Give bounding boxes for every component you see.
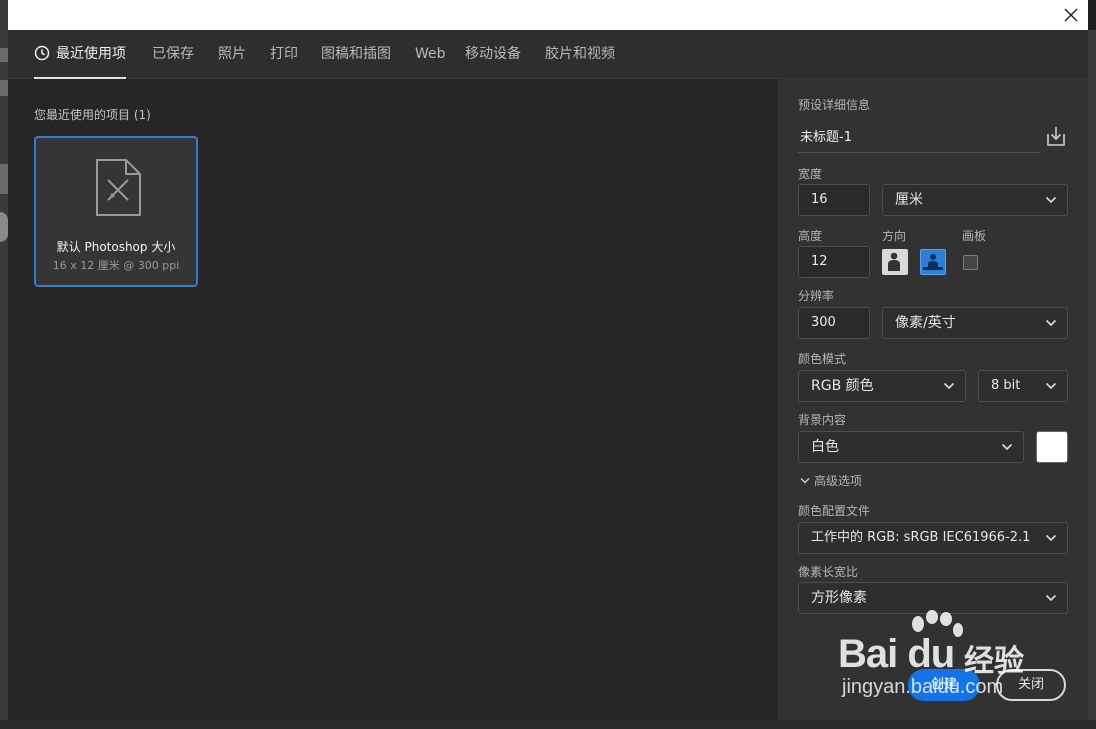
- save-preset-icon[interactable]: [1044, 124, 1068, 148]
- tab-film-video[interactable]: 胶片和视频: [545, 30, 615, 78]
- chevron-down-icon: [1045, 319, 1057, 327]
- recent-items-heading: 您最近使用的项目 (1): [34, 108, 151, 122]
- tab-print[interactable]: 打印: [270, 30, 298, 78]
- pixel-aspect-label: 像素长宽比: [798, 565, 859, 579]
- background-contents-label: 背景内容: [798, 413, 847, 427]
- tab-label: 打印: [270, 46, 298, 62]
- document-pencil-icon: [96, 159, 141, 216]
- bit-depth-value: 8 bit: [991, 378, 1021, 393]
- width-unit-value: 厘米: [895, 192, 923, 208]
- color-profile-label: 颜色配置文件: [798, 504, 871, 518]
- resolution-input[interactable]: 300: [798, 307, 870, 339]
- bit-depth-select[interactable]: 8 bit: [978, 370, 1068, 402]
- tab-label: 移动设备: [465, 46, 521, 62]
- chevron-down-icon: [800, 477, 810, 484]
- document-name-input[interactable]: 未标题-1: [798, 123, 1040, 153]
- preset-details-panel: 预设详细信息 未标题-1 宽度 16 厘米 高度 12 方向 画板 分辨率 30…: [778, 79, 1088, 720]
- chevron-down-icon: [1045, 196, 1057, 204]
- background-app-edge-right: [1088, 30, 1096, 729]
- orientation-label: 方向: [882, 229, 907, 243]
- tab-art-illustration[interactable]: 图稿和插图: [321, 30, 391, 78]
- width-unit-select[interactable]: 厘米: [882, 184, 1068, 216]
- chevron-down-icon: [943, 382, 955, 390]
- tab-label: 图稿和插图: [321, 46, 391, 62]
- color-mode-label: 颜色模式: [798, 352, 847, 366]
- pixel-aspect-value: 方形像素: [811, 590, 867, 606]
- tab-label: Web: [415, 46, 446, 62]
- color-mode-value: RGB 颜色: [811, 378, 874, 394]
- chevron-down-icon: [1045, 534, 1057, 542]
- landscape-person-icon: [923, 254, 943, 270]
- portrait-orientation-button[interactable]: [882, 249, 908, 275]
- background-contents-value: 白色: [811, 439, 839, 455]
- landscape-orientation-button[interactable]: [920, 249, 946, 275]
- tab-recent[interactable]: 最近使用项: [34, 30, 126, 79]
- preset-category-tabs: 最近使用项 已保存 照片 打印 图稿和插图 Web 移动设备 胶片和视频: [8, 30, 1088, 79]
- create-button[interactable]: 创建: [908, 669, 980, 701]
- chevron-down-icon: [1045, 594, 1057, 602]
- preset-subtitle: 16 x 12 厘米 @ 300 ppi: [52, 259, 180, 272]
- tab-mobile[interactable]: 移动设备: [465, 30, 521, 78]
- height-input[interactable]: 12: [798, 246, 870, 278]
- clock-icon: [34, 45, 50, 60]
- recent-items-area: 您最近使用的项目 (1) 默认 Photoshop 大小 16 x 12 厘米 …: [8, 79, 778, 720]
- tab-label: 已保存: [152, 46, 194, 62]
- tab-label: 胶片和视频: [545, 46, 615, 62]
- portrait-person-icon: [888, 252, 900, 271]
- background-app-edge: [0, 0, 8, 729]
- preset-title: 默认 Photoshop 大小: [56, 240, 176, 254]
- advanced-options-label: 高级选项: [814, 474, 863, 488]
- tab-label: 照片: [218, 46, 246, 62]
- new-document-dialog: 最近使用项 已保存 照片 打印 图稿和插图 Web 移动设备 胶片和视频 您最近…: [8, 0, 1088, 720]
- width-label: 宽度: [798, 167, 823, 181]
- color-profile-value: 工作中的 RGB: sRGB IEC61966-2.1: [811, 530, 1031, 545]
- artboard-checkbox[interactable]: [963, 255, 978, 270]
- dialog-titlebar: [8, 0, 1088, 30]
- close-button[interactable]: 关闭: [996, 669, 1066, 701]
- color-profile-select[interactable]: 工作中的 RGB: sRGB IEC61966-2.1: [798, 522, 1068, 554]
- pixel-aspect-select[interactable]: 方形像素: [798, 582, 1068, 614]
- resolution-label: 分辨率: [798, 289, 835, 303]
- preset-details-label: 预设详细信息: [798, 98, 871, 112]
- tab-photo[interactable]: 照片: [218, 30, 246, 78]
- color-mode-select[interactable]: RGB 颜色: [798, 370, 966, 402]
- recent-preset-card[interactable]: 默认 Photoshop 大小 16 x 12 厘米 @ 300 ppi: [34, 136, 198, 287]
- background-app-edge-bottom: [0, 720, 1096, 729]
- height-label: 高度: [798, 229, 823, 243]
- artboard-label: 画板: [962, 229, 987, 243]
- tab-saved[interactable]: 已保存: [152, 30, 194, 78]
- tab-label: 最近使用项: [56, 46, 126, 62]
- tab-web[interactable]: Web: [415, 30, 446, 78]
- width-input[interactable]: 16: [798, 184, 870, 216]
- chevron-down-icon: [1045, 382, 1057, 390]
- advanced-options-toggle[interactable]: 高级选项: [800, 472, 862, 489]
- resolution-unit-select[interactable]: 像素/英寸: [882, 307, 1068, 339]
- background-color-swatch[interactable]: [1036, 431, 1068, 463]
- background-contents-select[interactable]: 白色: [798, 431, 1024, 463]
- resolution-unit-value: 像素/英寸: [895, 315, 956, 331]
- close-icon[interactable]: [1060, 4, 1082, 26]
- chevron-down-icon: [1001, 443, 1013, 451]
